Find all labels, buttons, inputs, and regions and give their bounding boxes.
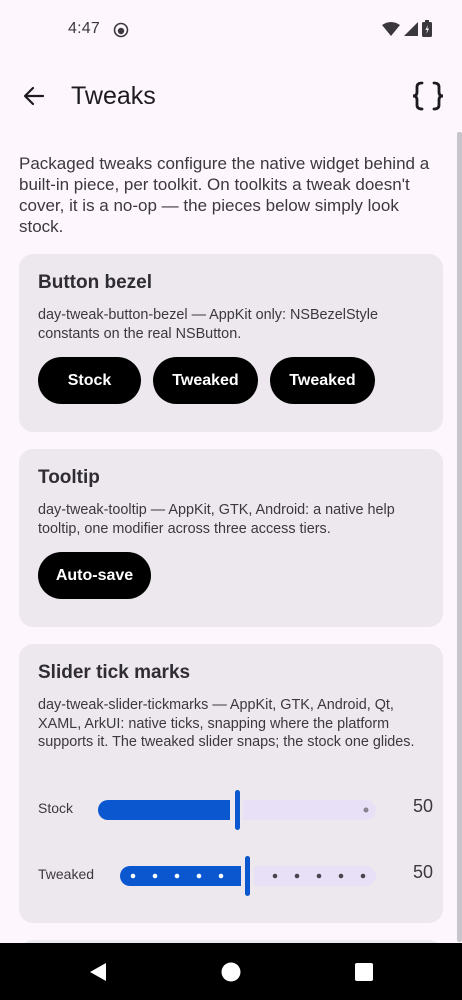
card-title: Button bezel [38,272,152,293]
content: Packaged tweaks configure the native wid… [19,130,443,970]
slider-inactive-track [243,800,376,820]
scrollbar[interactable] [457,132,462,942]
back-nav-icon[interactable] [88,962,108,982]
page-title: Tweaks [71,82,156,110]
slider-handle[interactable] [245,856,250,896]
tweaked-slider-row: Tweaked 50 [38,856,433,896]
card-slider-tickmarks: Slider tick marks day-tweak-slider-tickm… [19,644,443,923]
tweaked-button-2[interactable]: Tweaked [270,357,375,404]
card-description: day-tweak-button-bezel — AppKit only: NS… [38,307,378,342]
wifi-icon [382,21,400,36]
auto-save-button[interactable]: Auto-save [38,552,151,599]
stock-slider[interactable] [98,790,378,830]
tweaked-button[interactable]: Tweaked [153,357,258,404]
card-button-bezel: Button bezel day-tweak-button-bezel — Ap… [19,254,443,432]
card-description: day-tweak-slider-tickmarks — AppKit, GTK… [38,697,415,750]
home-nav-icon[interactable] [221,962,241,982]
cellular-icon [404,21,418,36]
card-title: Tooltip [38,467,100,488]
recents-nav-icon[interactable] [355,963,373,981]
code-braces-icon [412,81,444,111]
slider-value: 50 [412,862,433,882]
tweaked-slider[interactable] [120,856,378,896]
stock-slider-row: Stock 50 [38,790,433,830]
slider-active-track [98,800,230,820]
arrow-back-icon [23,86,45,106]
slider-end-stop [363,807,369,813]
stock-button[interactable]: Stock [38,357,141,404]
app-bar: Tweaks [0,62,462,130]
status-time: 4:47 [68,20,100,37]
intro-text: Packaged tweaks configure the native wid… [19,154,430,236]
status-icons [382,20,432,37]
slider-value: 50 [412,796,433,816]
card-title: Slider tick marks [38,662,191,683]
battery-icon [422,20,432,37]
card-tooltip: Tooltip day-tweak-tooltip — AppKit, GTK,… [19,449,443,627]
status-bar: 4:47 [0,0,462,62]
slider-handle[interactable] [235,790,240,830]
system-nav-bar [0,943,462,1000]
slider-inactive-track [254,866,376,886]
slider-label: Tweaked [38,866,95,882]
code-view-button[interactable] [408,76,448,116]
slider-label: Stock [38,800,74,816]
notification-icon [113,22,129,38]
back-button[interactable] [14,76,54,116]
card-description: day-tweak-tooltip — AppKit, GTK, Android… [38,502,395,537]
